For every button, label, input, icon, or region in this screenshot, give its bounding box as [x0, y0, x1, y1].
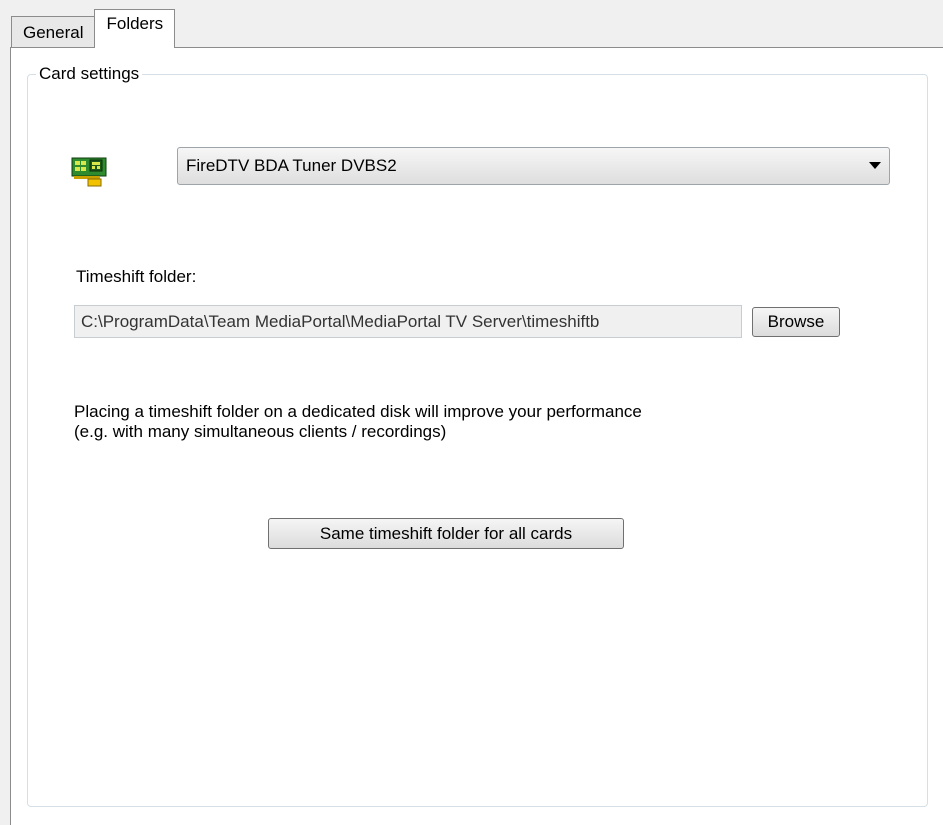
folders-settings-window: General Folders Card settings FireDTV BD…	[0, 0, 943, 825]
card-settings-group: Card settings FireDTV BDA Tuner DVBS2 Ti…	[27, 64, 928, 807]
card-select-value: FireDTV BDA Tuner DVBS2	[186, 156, 397, 175]
folders-tab-panel: Card settings FireDTV BDA Tuner DVBS2 Ti…	[10, 47, 943, 825]
tab-strip: General Folders	[11, 6, 176, 48]
card-select-dropdown[interactable]: FireDTV BDA Tuner DVBS2	[177, 147, 890, 185]
tab-general-label: General	[23, 22, 84, 42]
tuner-card-icon	[71, 157, 107, 187]
browse-button-label: Browse	[767, 312, 825, 331]
tab-general[interactable]: General	[11, 16, 96, 48]
info-text-line1: Placing a timeshift folder on a dedicate…	[74, 402, 642, 421]
tab-folders-label: Folders	[106, 14, 164, 33]
timeshift-folder-field[interactable]: C:\ProgramData\Team MediaPortal\MediaPor…	[74, 305, 742, 338]
browse-button[interactable]: Browse	[752, 307, 840, 337]
card-settings-title: Card settings	[36, 64, 143, 84]
timeshift-folder-label: Timeshift folder:	[76, 267, 197, 286]
info-text-line2: (e.g. with many simultaneous clients / r…	[74, 422, 447, 441]
chevron-down-icon[interactable]	[869, 162, 881, 169]
same-timeshift-folder-label: Same timeshift folder for all cards	[319, 523, 573, 543]
same-timeshift-folder-button[interactable]: Same timeshift folder for all cards	[268, 518, 624, 549]
tab-folders[interactable]: Folders	[94, 9, 176, 48]
